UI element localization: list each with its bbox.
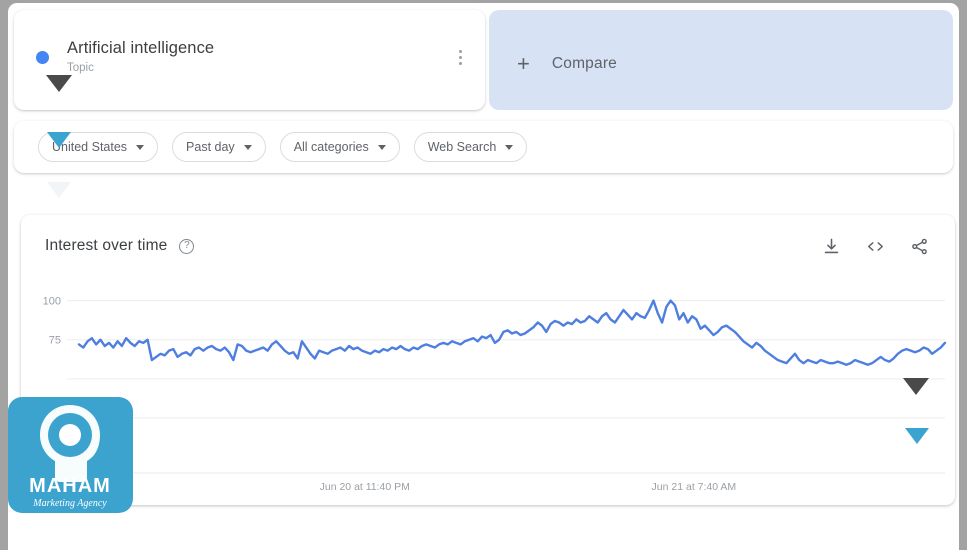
kebab-menu-icon[interactable] <box>449 42 471 72</box>
filter-chip-category[interactable]: All categories <box>279 132 400 162</box>
interest-over-time-plot[interactable]: 75 100 Jun 20 at 11:40 PM Jun 21 at 7:40 AM <box>21 277 955 505</box>
search-term-text: Artificial intelligence Topic <box>67 38 449 76</box>
compare-label: Compare <box>551 55 618 72</box>
window-frame: Artificial intelligence Topic + Compare … <box>0 0 967 550</box>
filter-chip-region[interactable]: United States <box>38 132 159 162</box>
x-axis-tick-label: Jun 21 at 7:40 AM <box>652 481 737 493</box>
watermark-svg: MAHAM Marketing Agency <box>8 397 133 513</box>
filter-chip-category-label: All categories <box>293 140 369 154</box>
search-term-subtitle: Topic <box>67 62 94 74</box>
chart-svg: 75 100 Jun 20 at 11:40 PM Jun 21 at 7:40 AM <box>43 296 947 493</box>
maham-watermark-logo: MAHAM Marketing Agency <box>8 397 133 513</box>
chevron-down-icon <box>243 144 252 150</box>
chart-header: Interest over time ? <box>21 215 955 277</box>
chevron-down-icon <box>377 144 386 150</box>
plus-icon: + <box>517 51 530 76</box>
x-axis-tick-label: Jun 20 at 11:40 PM <box>320 481 410 493</box>
y-axis-tick-label: 75 <box>49 335 61 347</box>
interest-over-time-card: Interest over time ? 75 100 Jun 20 at 11… <box>21 215 955 505</box>
watermark-tagline: Marketing Agency <box>32 498 107 509</box>
series-color-dot <box>36 50 49 64</box>
filter-chip-timerange[interactable]: Past day <box>172 132 266 162</box>
page-sheet: Artificial intelligence Topic + Compare … <box>8 3 959 550</box>
filter-chip-searchtype-label: Web Search <box>427 140 497 154</box>
help-icon[interactable]: ? <box>179 238 195 254</box>
embed-code-icon[interactable] <box>865 237 886 256</box>
cursor-triangle-below-filters <box>47 182 71 198</box>
share-icon[interactable] <box>910 237 929 256</box>
watermark-brand: MAHAM <box>29 475 111 497</box>
search-term-card[interactable]: Artificial intelligence Topic <box>14 10 485 110</box>
add-compare-button[interactable]: + Compare <box>489 10 953 110</box>
chevron-down-icon <box>505 144 514 150</box>
filter-bar: United States Past day All categories We… <box>14 121 953 173</box>
search-term-bar: Artificial intelligence Topic + Compare <box>14 10 953 115</box>
chart-title: Interest over time <box>45 237 168 254</box>
chart-actions <box>822 237 929 256</box>
chevron-down-icon <box>136 144 145 150</box>
download-icon[interactable] <box>822 237 841 256</box>
series-line-artificial-intelligence <box>77 299 947 366</box>
y-axis-tick-label: 100 <box>43 296 61 308</box>
filter-chip-timerange-label: Past day <box>186 140 235 154</box>
filter-chip-searchtype[interactable]: Web Search <box>413 132 528 162</box>
filter-chip-region-label: United States <box>52 140 128 154</box>
search-term-title: Artificial intelligence <box>67 39 215 57</box>
